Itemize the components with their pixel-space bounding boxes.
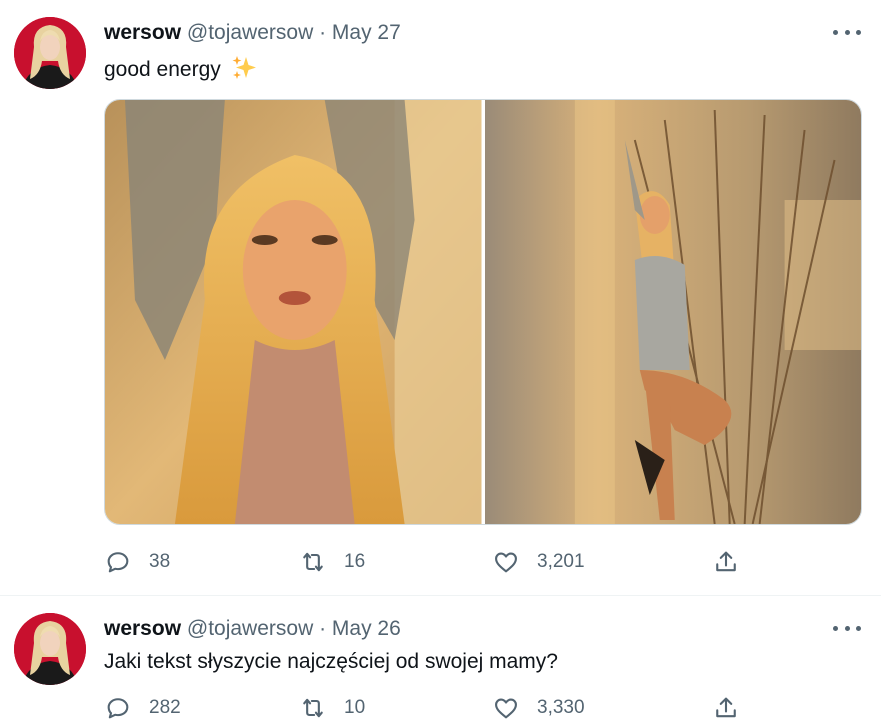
tweet-text: Jaki tekst słyszycie najczęściej od swoj… [104,649,558,675]
separator: · [319,21,327,44]
share-icon [716,697,736,718]
tweet-1[interactable]: wersow @tojawersow · May 27 good energy [0,0,881,596]
more-options-icon[interactable] [833,22,861,42]
heart-icon [495,698,517,719]
tweet-2[interactable]: wersow @tojawersow · May 26 Jaki tekst s… [0,597,881,721]
tweet-text: good energy [104,55,257,83]
separator: · [319,617,327,640]
author-handle[interactable]: @tojawersow [187,21,313,44]
like-button[interactable]: 3,330 [492,692,585,721]
tweet-header: wersow @tojawersow · May 26 [104,616,401,642]
retweet-count: 10 [344,697,366,718]
avatar[interactable] [14,613,86,685]
reply-button[interactable]: 282 [104,692,181,721]
reply-icon [107,698,129,719]
sparkles-icon [231,55,257,81]
tweet-text-content: good energy [104,58,221,81]
retweet-button[interactable]: 10 [299,692,365,721]
tweet-actions: 282 10 3,330 [104,692,754,721]
reply-button[interactable]: 38 [104,546,170,578]
tweet-media [104,99,862,525]
photo-portrait[interactable] [105,100,482,524]
like-count: 3,201 [537,551,585,572]
reply-count: 282 [149,697,181,718]
retweet-icon [303,552,323,572]
retweet-count: 16 [344,551,366,572]
like-count: 3,330 [537,697,585,718]
share-button[interactable] [712,692,740,721]
reply-count: 38 [149,551,171,572]
photo-full-body[interactable] [484,100,861,524]
heart-icon [495,552,517,573]
tweet-date[interactable]: May 26 [332,617,401,640]
tweet-header: wersow @tojawersow · May 27 [104,20,401,46]
retweet-button[interactable]: 16 [299,546,365,578]
retweet-icon [303,698,323,718]
reply-icon [107,552,129,573]
like-button[interactable]: 3,201 [492,546,585,578]
more-options-icon[interactable] [833,618,861,638]
avatar[interactable] [14,17,86,89]
share-button[interactable] [712,546,740,578]
tweet-text-content: Jaki tekst słyszycie najczęściej od swoj… [104,650,558,673]
tweet-date[interactable]: May 27 [332,21,401,44]
author-name[interactable]: wersow [104,21,181,44]
share-icon [716,551,736,572]
author-name[interactable]: wersow [104,617,181,640]
tweet-actions: 38 16 3,201 [104,546,754,578]
author-handle[interactable]: @tojawersow [187,617,313,640]
